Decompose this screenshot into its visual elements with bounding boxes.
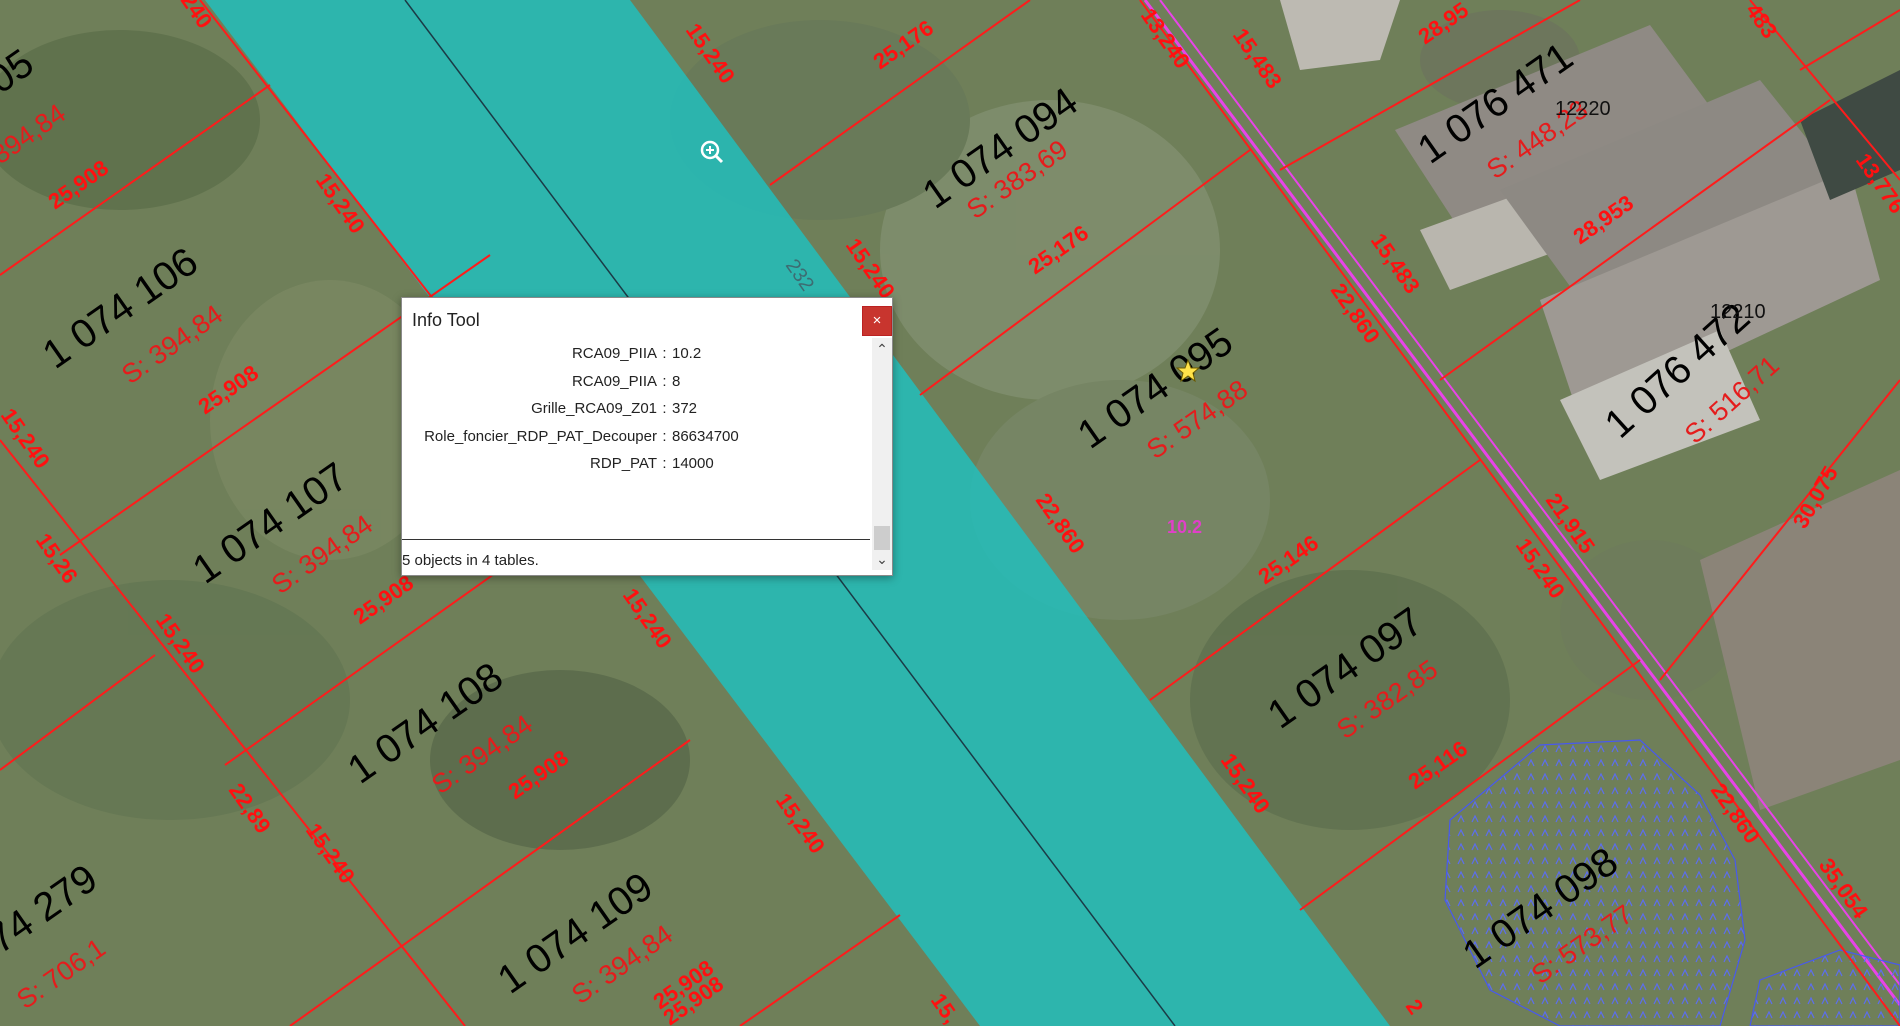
attribute-value: 8	[672, 372, 681, 390]
attribute-separator: :	[662, 372, 667, 390]
scroll-up-icon[interactable]: ⌃	[872, 340, 892, 358]
civic-number: 12210	[1710, 301, 1766, 323]
attribute-row[interactable]: Role_foncier_RDP_PAT_Decouper : 86634700	[402, 423, 867, 451]
attribute-separator: :	[662, 400, 667, 417]
attribute-value: 14000	[672, 455, 714, 472]
attribute-key: RCA09_PIIA	[571, 372, 657, 390]
attribute-key: RCA09_PIIA	[571, 345, 657, 362]
attribute-row[interactable]: RDP_PAT : 14000	[402, 450, 867, 478]
attribute-row[interactable]: RCA09_PIIA : 8	[402, 368, 867, 396]
attribute-value: 372	[672, 400, 698, 417]
attribute-table: RCA09_PIIA : 10.2 RCA09_PIIA : 8 Grille_…	[402, 340, 867, 478]
attribute-row[interactable]: RCA09_PIIA : 10.2	[402, 340, 867, 368]
map-view[interactable]: 1 074 094 S: 383,69 1 074 095 S: 574,88 …	[0, 0, 1900, 1026]
status-text: 5 objects in 4 tables.	[402, 552, 539, 569]
close-icon[interactable]: ×	[862, 306, 892, 336]
scrollbar[interactable]: ⌃ ⌄	[872, 338, 892, 570]
scroll-down-icon[interactable]: ⌄	[872, 550, 892, 568]
civic-number: 12220	[1555, 98, 1611, 120]
attribute-key: Grille_RCA09_Z01	[531, 400, 657, 417]
scroll-thumb[interactable]	[874, 526, 890, 550]
attribute-separator: :	[662, 455, 667, 472]
pink-label: 10.2	[1167, 517, 1202, 537]
attribute-key: RDP_PAT	[590, 455, 657, 472]
dialog-title: Info Tool	[412, 310, 480, 330]
attribute-row[interactable]: Grille_RCA09_Z01 : 372	[402, 395, 867, 423]
info-tool-dialog[interactable]: Info Tool × RCA09_PIIA : 10.2 RCA09_PIIA…	[401, 297, 893, 576]
attribute-separator: :	[662, 427, 667, 445]
attribute-key: Role_foncier_RDP_PAT_Decouper	[424, 427, 657, 445]
divider	[402, 539, 870, 540]
attribute-value: 86634700	[672, 427, 739, 445]
attribute-value: 10.2	[672, 345, 702, 362]
attribute-separator: :	[662, 345, 667, 362]
